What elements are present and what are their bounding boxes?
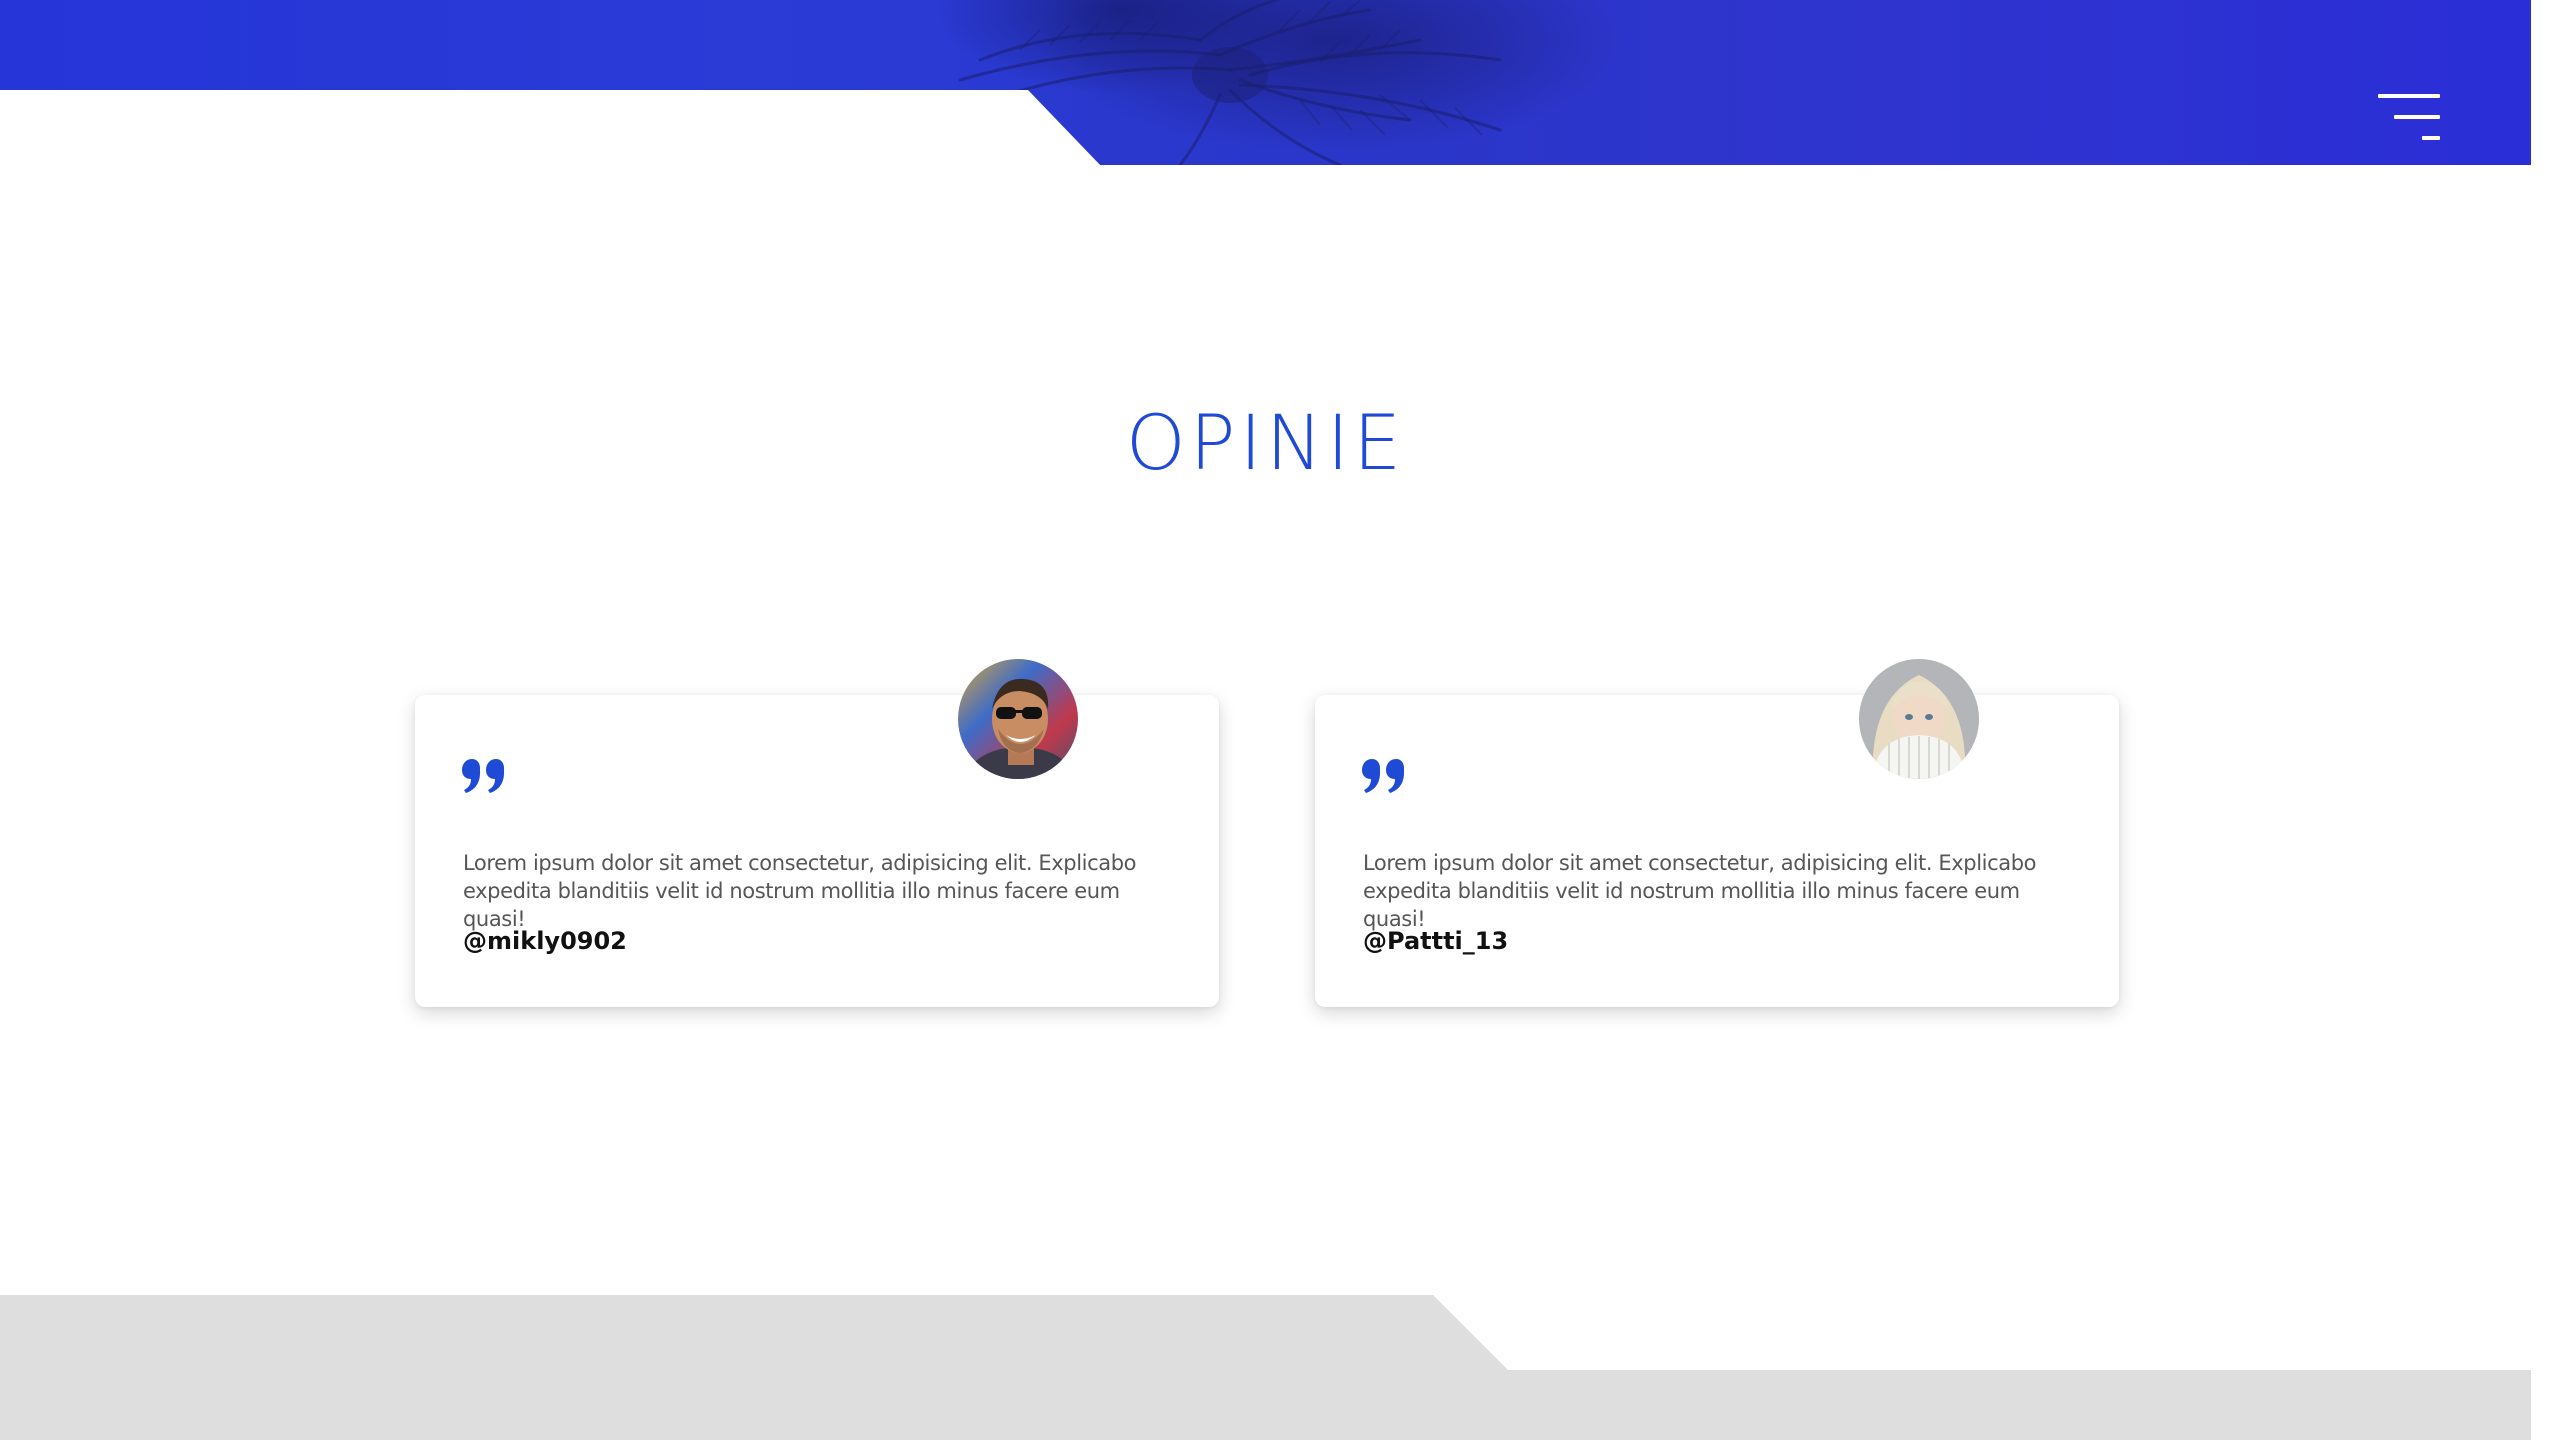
testimonial-handle: @Pattti_13 <box>1363 927 1509 955</box>
quote-icon <box>1362 759 1404 793</box>
footer-band <box>0 1295 2531 1440</box>
testimonial-card: Lorem ipsum dolor sit amet consectetur, … <box>1315 659 2119 1007</box>
menu-line-middle <box>2394 115 2440 119</box>
testimonial-text: Lorem ipsum dolor sit amet consectetur, … <box>1363 851 2037 931</box>
quote-icon <box>462 759 504 793</box>
hamburger-menu-icon[interactable] <box>2374 92 2440 144</box>
hero-angled-cutout <box>0 90 1103 168</box>
page-edge <box>2531 0 2560 1440</box>
menu-line-bottom <box>2422 136 2440 140</box>
testimonial-text: Lorem ipsum dolor sit amet consectetur, … <box>463 851 1137 931</box>
avatar-woman-sweater-icon <box>1859 659 1979 779</box>
avatar <box>1859 659 1979 779</box>
section-title: OPINIE <box>1125 398 1406 487</box>
hero-banner <box>0 0 2531 168</box>
menu-line-top <box>2378 94 2440 98</box>
testimonial-card: Lorem ipsum dolor sit amet consectetur, … <box>415 659 1219 1007</box>
testimonial-handle: @mikly0902 <box>463 927 627 955</box>
avatar-man-sunglasses-icon <box>958 659 1078 779</box>
avatar <box>958 659 1078 779</box>
page: OPINIE Lorem ipsum dolor sit amet consec… <box>0 0 2560 1440</box>
